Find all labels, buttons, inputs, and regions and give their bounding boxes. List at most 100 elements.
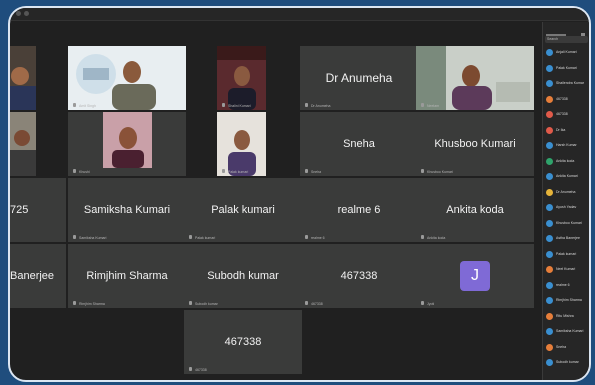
participant-tile[interactable]: Banerjee [10,244,66,308]
mic-muted-icon [222,169,225,173]
participant-avatar-icon [546,281,553,289]
participant-name-tag: 467338 [311,302,323,306]
participants-header [546,25,588,37]
mic-muted-icon [305,103,308,107]
participant-search-input[interactable]: Search [545,36,588,43]
participant-video [10,46,36,110]
participant-avatar-icon [546,49,553,56]
participant-avatar-icon [546,343,553,351]
participant-list-item[interactable]: Khusboo Kumari [546,219,588,228]
participant-name-tag: Neelam [427,104,440,108]
participant-tile[interactable]: Amit Singh [68,46,186,110]
participant-list-name: Palak kumari [556,251,577,256]
participant-list-item[interactable]: Ayush Yadav [546,203,588,212]
participant-tile[interactable]: Khushi [68,112,186,176]
mic-muted-icon [189,367,192,371]
participant-video [217,112,266,176]
mic-muted-icon [222,103,225,107]
participant-list-name: 467338 [556,112,568,116]
window-control-icon[interactable] [24,11,29,16]
participant-list-item[interactable]: Palak Kumari [546,64,588,73]
mic-muted-icon [421,169,424,173]
participant-name-tag: Jyoti [427,302,435,306]
participant-list-item[interactable]: Rimjhim Sharma [546,296,588,305]
participant-avatar-icon [546,111,553,118]
participant-list-item[interactable]: Subodh kumar [546,358,588,367]
participant-video [416,46,534,110]
participant-list-item[interactable]: Dr Ika [546,126,588,135]
participant-list-item[interactable]: 467338 [546,95,588,104]
participant-tile[interactable]: J Jyoti [416,244,534,308]
participant-list-name: Ritu Mishra [556,313,574,318]
participant-list-item[interactable]: Harsh Kumar [546,141,588,150]
participant-tile[interactable]: Palak kumari Palak kumari [184,178,302,242]
participant-list-item[interactable]: Ritu Mishra [546,312,588,321]
participant-tile[interactable] [10,112,36,176]
participant-avatar-icon [546,359,553,366]
participant-tile[interactable] [10,46,36,110]
participant-tile[interactable]: Ankita koda Ankita koda [416,178,534,242]
participant-list-item[interactable]: 467338 [546,110,588,119]
participant-tile[interactable]: Rimjhim Sharma Rimjhim Sharma [68,244,186,308]
mic-muted-icon [421,301,424,305]
participant-list-item[interactable]: Anjali Kumari [546,48,588,57]
window-control-icon[interactable] [16,11,21,16]
participant-list-item[interactable]: Ankita Kumari [546,172,588,181]
participant-name: realme 6 [337,204,381,216]
participant-tile[interactable]: Samiksha Kumari Samiksha Kumari [68,178,186,242]
participant-tile[interactable]: Khusboo Kumari Khusboo Kumari [416,112,534,176]
participant-avatar-icon [546,80,553,87]
participant-tile[interactable]: Palak kumari [217,112,266,176]
participant-name: Dr Anumeha [325,71,393,85]
participant-list-name: Palak Kumari [556,65,577,70]
participant-name: Sneha [343,138,375,150]
participant-name-tag: Sneha [311,170,322,174]
participant-tile[interactable]: Subodh kumar Subodh kumar [184,244,302,308]
mic-muted-icon [73,169,76,173]
participant-list-name: Khusboo Kumari [556,220,582,225]
participant-tile[interactable]: Dr Anumeha Dr Anumeha [300,46,418,110]
participant-name-tag: Shalini Kumari [228,104,251,108]
participant-list-item[interactable]: realme 6 [546,281,588,290]
participant-name: 467338 [340,270,378,282]
participant-list-name: Rimjhim Sharma [556,298,582,302]
participant-name-tag: Palak kumari [228,170,249,174]
participant-tile[interactable]: realme 6 realme 6 [300,178,418,242]
mic-muted-icon [305,169,308,173]
participant-list-item[interactable]: Astha Banerjee [546,234,588,243]
participant-name-tag: Palak kumari [195,236,216,240]
participant-tile[interactable]: 467338 467338 [300,244,418,308]
participant-avatar-icon [546,188,553,196]
mic-muted-icon [421,103,424,107]
participant-list-item[interactable]: Dr Anumeha [546,188,588,197]
participant-tile[interactable]: 725 [10,178,66,242]
participant-video [10,112,36,176]
participant-list-name: Shailendra Kumar [556,81,585,85]
title-bar [10,8,589,21]
participant-list-name: Ayush Yadav [556,205,577,209]
participant-list-item[interactable]: Sneha [546,343,588,352]
participant-list-item[interactable]: Palak kumari [546,250,588,259]
participant-video [217,46,266,110]
participant-list-item[interactable]: Samiksha Kumari [546,327,588,336]
participant-name-tag: Khusboo Kumari [427,170,453,174]
mic-muted-icon [421,235,424,239]
participant-avatar-icon [546,235,553,242]
participant-avatar-icon [546,266,553,273]
participant-avatar-icon [546,95,553,103]
participant-list-name: Neel Kumari [556,267,576,271]
participant-list-item[interactable]: Neel Kumari [546,265,588,274]
video-grid: Amit Singh Shalini Kumari Dr Anumeha Dr … [10,22,540,380]
participant-list-item[interactable]: Ankita koda [546,157,588,166]
mic-muted-icon [73,103,76,107]
participant-list-item[interactable]: Shailendra Kumar [546,79,588,88]
participant-avatar-icon [546,219,553,227]
participant-list-name: Samiksha Kumari [556,329,584,333]
participant-tile[interactable]: Shalini Kumari [217,46,266,110]
participant-tile[interactable]: 467338 467338 [184,310,302,374]
participant-tile[interactable]: Neelam [416,46,534,110]
mic-muted-icon [189,235,192,239]
participant-tile[interactable]: Sneha Sneha [300,112,418,176]
participant-name: Samiksha Kumari [83,204,171,216]
participant-avatar-icon [546,297,553,304]
